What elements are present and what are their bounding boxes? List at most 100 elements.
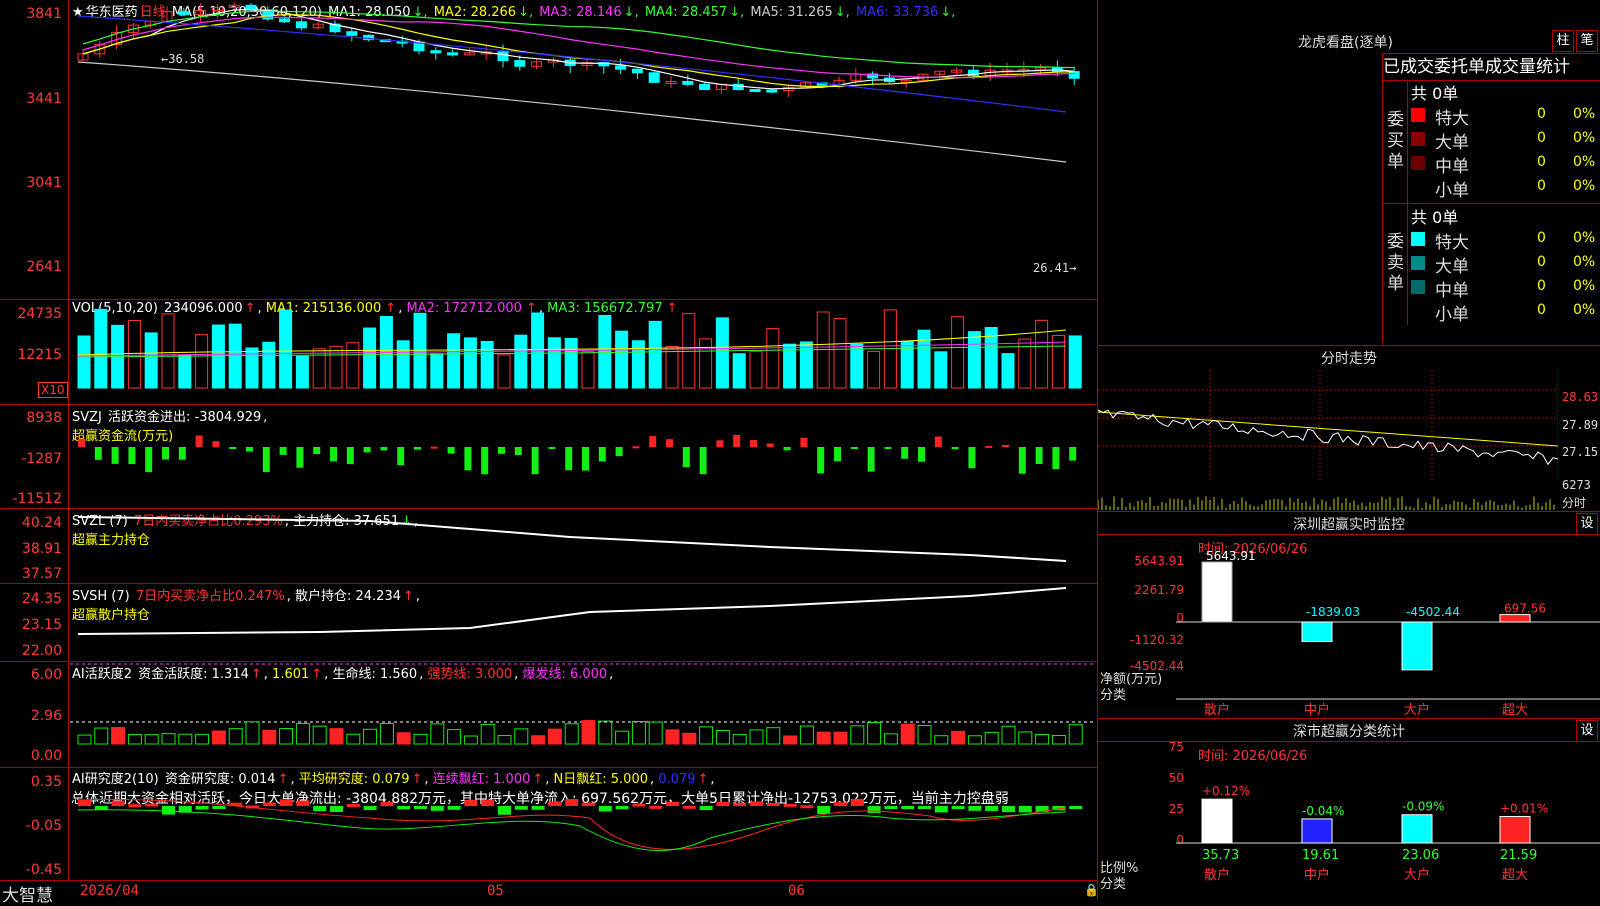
monitor-chart[interactable]: 5643.91 2261.79 0 -1120.32 -4502.44 5643.91 散户… <box>1098 512 1600 718</box>
svzl-chart[interactable] <box>70 509 1096 583</box>
activity-bar <box>699 726 714 745</box>
research-bar <box>884 806 898 809</box>
activity-bar <box>178 733 193 745</box>
volume-bar <box>211 324 225 389</box>
ai1-y-axis: 6.00 2.96 0.00 <box>0 662 69 767</box>
category-label: 中户 <box>1304 702 1330 718</box>
research-bar <box>632 803 646 807</box>
activity-bar <box>867 722 882 745</box>
bar-value: 19.61 <box>1302 848 1339 863</box>
activity-bar <box>144 734 159 745</box>
buy-total: 共 0单 <box>1411 84 1459 103</box>
buy-rows: 共 0单 特大 0 0% 大单 0 0% 中单 0 0% 小单 0 0% <box>1409 80 1600 204</box>
intraday-chart[interactable] <box>1098 370 1558 510</box>
volume-bar <box>934 351 948 389</box>
svzl-y-axis: 40.24 38.91 37.57 <box>0 509 69 583</box>
date-axis[interactable]: 大智慧 2026/04 05 06 🔒 <box>0 880 1099 906</box>
research-bar <box>195 806 209 810</box>
y-tick: 50 <box>1169 771 1184 785</box>
activity-bar <box>1001 725 1016 745</box>
stats-tab[interactable]: 已成交委托单成交量统计 <box>1382 53 1600 81</box>
activity-bar <box>94 727 109 745</box>
flow-bar <box>901 447 909 459</box>
svzj-chart[interactable] <box>70 405 1096 508</box>
research-bar <box>850 798 864 806</box>
ai-research-chart[interactable] <box>70 768 1096 880</box>
intraday-vol: 6273 <box>1562 478 1591 492</box>
flow-bar <box>632 446 640 449</box>
research-bar <box>716 801 730 806</box>
y-tick: -11512 <box>12 491 62 507</box>
main-hold-line <box>77 516 1067 562</box>
research-bar <box>430 806 444 811</box>
ai-research-panel[interactable]: 0.35 -0.05 -0.45 AI研究度2(10) 资金研究度: 0.014… <box>0 768 1097 880</box>
candlestick-chart[interactable] <box>70 0 1096 299</box>
activity-bar <box>329 728 344 745</box>
volume-bar <box>749 350 763 389</box>
y-tick: 6.00 <box>30 667 62 683</box>
stats-panel[interactable]: 深市超赢分类统计 设 时间: 2026/06/26 75 50 25 0 +0.12% 3… <box>1098 718 1600 901</box>
research-bar <box>699 806 713 811</box>
activity-bar <box>732 734 747 745</box>
ai-activity-chart[interactable] <box>70 662 1096 767</box>
flow-bar <box>229 447 237 449</box>
flow-bar <box>598 447 606 462</box>
activity-bar <box>648 721 663 745</box>
stats-chart[interactable]: 75 50 25 0 +0.12% 35.73 散户 -0.04% 19.61 中户 -0.09% 2… <box>1098 719 1600 901</box>
y-tick: 2641 <box>26 259 62 275</box>
research-bar <box>363 806 377 811</box>
activity-bar <box>799 725 814 745</box>
flow-bar <box>649 436 657 447</box>
activity-bar <box>111 727 126 745</box>
tick-mode-button[interactable]: 笔 <box>1576 30 1598 52</box>
research-bar <box>279 799 293 806</box>
sell-row-swatch <box>1411 232 1425 246</box>
flow-bar <box>666 439 673 447</box>
buy-row-swatch <box>1411 108 1425 122</box>
volume-bar <box>497 354 511 389</box>
flow-bar <box>94 447 102 460</box>
sell-row-count: 0 <box>1537 230 1546 246</box>
intraday-panel[interactable]: 分时走势 28.63 27.89 27.15 6273 分时 <box>1098 345 1600 511</box>
activity-bar <box>312 725 327 745</box>
y-tick: -0.05 <box>25 818 62 834</box>
y-tick: -0.45 <box>25 862 62 878</box>
activity-bar <box>917 725 932 745</box>
flow-bar <box>800 437 808 447</box>
research-bar <box>262 802 276 806</box>
flow-bar <box>128 447 136 465</box>
kline-panel[interactable]: 3841 3441 3041 2641 ★ 华东医药 日线 MA(5,10,20,3… <box>0 0 1097 300</box>
research-bar <box>330 806 343 812</box>
activity-bar <box>531 735 546 745</box>
volume-bar <box>396 340 410 389</box>
volume-panel[interactable]: 24735 12215 X10 VOL(5,10,20) 234096.000 ↑… <box>0 300 1097 405</box>
ai-activity-panel[interactable]: 6.00 2.96 0.00 AI活跃度2 资金活跃度: 1.314 ↑, 1.6… <box>0 662 1097 768</box>
svsh-chart[interactable] <box>70 584 1096 661</box>
buy-row-swatch <box>1411 156 1425 170</box>
research-bar <box>901 806 915 809</box>
volume-bar <box>1068 335 1082 389</box>
flow-bar <box>363 447 371 453</box>
sell-total: 共 0单 <box>1411 208 1459 227</box>
vol-unit: X10 <box>38 382 68 398</box>
svzj-panel[interactable]: 8938 -1287 -11512 SVZJ 活跃资金进出: -3804.929… <box>0 405 1097 509</box>
flow-bar <box>783 447 791 451</box>
sell-row-percent: 0% <box>1573 230 1596 246</box>
research-bar <box>682 805 696 809</box>
research-bar <box>834 802 847 806</box>
volume-bar <box>144 332 158 389</box>
activity-bar <box>514 728 529 745</box>
date-label: 06 <box>788 883 805 899</box>
monitor-panel[interactable]: 深圳超赢实时监控 设 时间: 2026/06/26 5643.91 2261.79… <box>1098 511 1600 718</box>
svsh-panel[interactable]: 24.35 23.15 22.00 SVSH (7) 7日内买卖净占比0.247… <box>0 584 1097 662</box>
activity-bar <box>346 733 361 745</box>
activity-bar <box>195 733 210 745</box>
activity-bar <box>631 721 646 745</box>
activity-bar <box>430 723 445 745</box>
volume-chart[interactable] <box>70 300 1096 404</box>
volume-bar <box>295 355 309 389</box>
activity-bar <box>480 723 495 745</box>
svzl-panel[interactable]: 40.24 38.91 37.57 SVZL (7) 7日内买卖净占比0.293… <box>0 509 1097 584</box>
bar-mode-button[interactable]: 柱 <box>1552 30 1574 52</box>
flow-bar <box>918 447 925 462</box>
